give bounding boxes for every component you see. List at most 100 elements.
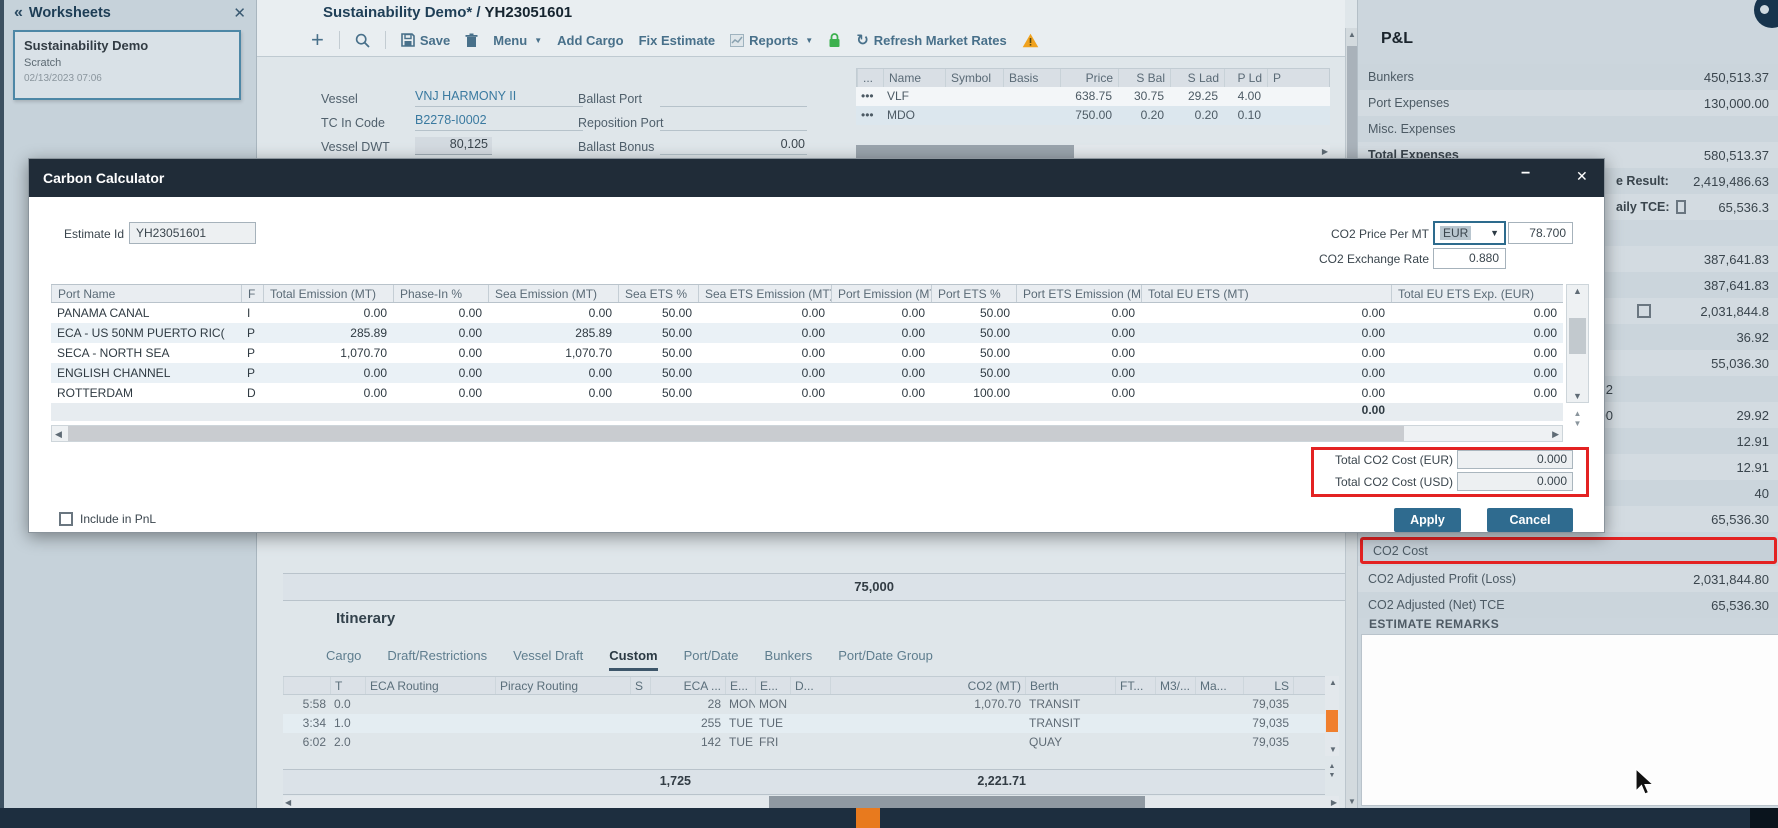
cell[interactable]: MON [755, 695, 790, 714]
cell[interactable]: QUAY [1025, 733, 1115, 752]
cell[interactable] [1195, 733, 1243, 752]
new-button[interactable]: + [311, 30, 324, 50]
table-row[interactable]: ECA - US 50NM PUERTO RIC(P285.890.00285.… [51, 323, 1563, 343]
scrollbar-thumb[interactable] [68, 426, 1404, 441]
cell[interactable]: 0.00 [1391, 363, 1563, 383]
cell[interactable] [365, 695, 495, 714]
tc-in-code-field[interactable]: B2278-I0002 [415, 113, 583, 131]
tab-bunkers[interactable]: Bunkers [765, 648, 813, 671]
cell[interactable]: 50.00 [931, 303, 1016, 323]
table-row[interactable]: •••MDO750.000.200.200.10 [856, 106, 1330, 125]
cell[interactable]: 0.00 [831, 303, 931, 323]
column-header[interactable]: LS [1243, 677, 1293, 694]
cell[interactable]: 100.00 [931, 383, 1016, 403]
cell[interactable]: 285.89 [488, 323, 618, 343]
cell[interactable]: 0.00 [1016, 303, 1141, 323]
cell[interactable]: 0.00 [393, 343, 488, 363]
cell[interactable]: 0.00 [831, 323, 931, 343]
table-row[interactable]: 3:341.0255TUETUETRANSIT79,035 [283, 714, 1325, 733]
menu-button[interactable]: Menu▼ [493, 33, 542, 48]
pnl-checkbox[interactable] [1637, 304, 1651, 318]
cell[interactable]: 0.00 [1391, 343, 1563, 363]
column-header[interactable]: ECA ... [650, 677, 725, 694]
pnl-checkbox[interactable] [1676, 200, 1687, 214]
cell[interactable] [1115, 714, 1155, 733]
tab-port-date-group[interactable]: Port/Date Group [838, 648, 933, 671]
cell[interactable]: 0.00 [393, 383, 488, 403]
cell[interactable]: 2.0 [330, 733, 365, 752]
cell[interactable]: ENGLISH CHANNEL [51, 363, 241, 383]
cell[interactable]: 0.20 [1169, 106, 1223, 125]
cell[interactable]: 50.00 [931, 323, 1016, 343]
scrollbar-thumb[interactable] [1569, 318, 1586, 354]
close-icon[interactable]: ✕ [1576, 168, 1588, 185]
cell[interactable]: 0.0 [330, 695, 365, 714]
table-row[interactable]: 6:022.0142TUEFRIQUAY79,035 [283, 733, 1325, 752]
cell[interactable]: SECA - NORTH SEA [51, 343, 241, 363]
cell[interactable] [630, 714, 650, 733]
cell[interactable] [1155, 695, 1195, 714]
scroll-up-icon[interactable]: ▲ [1573, 286, 1582, 296]
cell[interactable] [495, 733, 630, 752]
cell[interactable] [1293, 733, 1325, 752]
cell[interactable] [944, 87, 1002, 106]
cell[interactable]: 0.00 [698, 343, 831, 363]
table-row[interactable]: PANAMA CANALI0.000.000.0050.000.000.0050… [51, 303, 1563, 323]
column-header[interactable]: Sea ETS % [618, 285, 698, 302]
cell[interactable] [1293, 695, 1325, 714]
column-header[interactable]: Sea ETS Emission (MT) [698, 285, 831, 302]
itinerary-vscrollbar[interactable]: ▲ ▼ [1325, 676, 1339, 756]
cell[interactable] [1293, 714, 1325, 733]
column-header[interactable]: M3/... [1155, 677, 1195, 694]
cell[interactable]: TUE [755, 714, 790, 733]
cell[interactable] [495, 695, 630, 714]
cell[interactable] [1002, 87, 1059, 106]
cell[interactable]: ROTTERDAM [51, 383, 241, 403]
cell[interactable] [1266, 106, 1328, 125]
cell[interactable]: TRANSIT [1025, 695, 1115, 714]
cell[interactable]: 0.00 [263, 303, 393, 323]
cell[interactable]: 0.00 [1016, 323, 1141, 343]
cell[interactable]: 0.00 [1141, 363, 1391, 383]
scroll-down-icon[interactable]: ▼ [1573, 391, 1582, 401]
column-header[interactable]: F [241, 285, 263, 302]
cell[interactable] [1155, 733, 1195, 752]
column-header[interactable]: E... [755, 677, 790, 694]
cell[interactable]: 0.00 [488, 363, 618, 383]
column-header[interactable]: Price [1060, 69, 1118, 87]
cell[interactable]: 50.00 [618, 383, 698, 403]
cell[interactable] [1002, 106, 1059, 125]
cell[interactable]: 0.00 [1016, 363, 1141, 383]
reposition-port-field[interactable] [660, 113, 807, 131]
cell[interactable]: P [241, 363, 263, 383]
cell[interactable]: 0.00 [263, 383, 393, 403]
column-header[interactable]: Port Name [51, 285, 241, 302]
cell[interactable]: 50.00 [618, 303, 698, 323]
refresh-market-rates-button[interactable]: ↻Refresh Market Rates [856, 31, 1007, 49]
cell[interactable]: 30.75 [1117, 87, 1169, 106]
ballast-port-field[interactable] [660, 89, 807, 107]
cell[interactable]: 0.00 [698, 363, 831, 383]
column-header[interactable]: Total EU ETS Exp. (EUR) [1391, 285, 1563, 302]
emissions-table-spinner[interactable]: ▲▼ [1566, 409, 1589, 429]
scrollbar-thumb[interactable] [856, 145, 1074, 158]
scroll-down-icon[interactable]: ▼ [1329, 745, 1337, 754]
column-header[interactable]: Symbol [945, 69, 1003, 87]
scroll-up-icon[interactable]: ▲ [1348, 30, 1356, 39]
cell[interactable] [790, 733, 830, 752]
column-header[interactable]: Berth [1025, 677, 1115, 694]
cell[interactable]: 6:02 [283, 733, 330, 752]
worksheet-card[interactable]: Sustainability Demo Scratch 02/13/2023 0… [13, 30, 241, 100]
cell[interactable]: 0.00 [393, 363, 488, 383]
cell[interactable]: ECA - US 50NM PUERTO RIC( [51, 323, 241, 343]
cell[interactable]: 0.00 [1016, 343, 1141, 363]
tab-draft-restrictions[interactable]: Draft/Restrictions [387, 648, 487, 671]
scroll-up-icon[interactable]: ▲ [1329, 678, 1337, 687]
table-row[interactable]: •••VLF638.7530.7529.254.00 [856, 87, 1330, 106]
taskbar-corner[interactable] [1750, 808, 1778, 828]
cell[interactable] [790, 695, 830, 714]
scroll-left-icon[interactable]: ◀ [285, 798, 291, 807]
cell[interactable]: MDO [882, 106, 944, 125]
cell[interactable]: 4.00 [1223, 87, 1266, 106]
cell[interactable]: 0.00 [393, 323, 488, 343]
